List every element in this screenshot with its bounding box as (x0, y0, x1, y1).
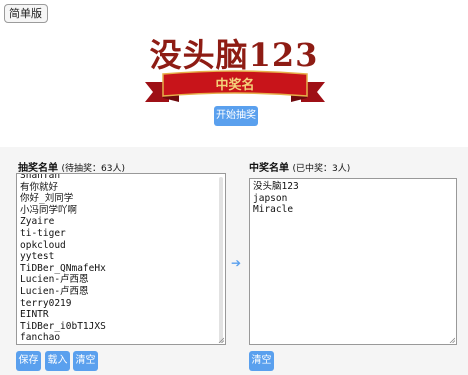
list-item: TiDBer_i0bT1JXS (20, 320, 106, 332)
arrow-right-icon: ➔ (231, 256, 242, 270)
list-item: TiDBer_E04b96I4 (20, 344, 222, 345)
candidates-scrollbar[interactable] (218, 175, 224, 345)
list-item: Miracle (253, 204, 294, 216)
list-item: Zyaire (20, 216, 55, 228)
clear-candidates-button[interactable]: 清空 (73, 351, 98, 371)
ribbon-banner: 中奖名 (145, 70, 325, 102)
list-item: ti-tiger (20, 227, 66, 239)
start-draw-button[interactable]: 开始抽奖 (214, 106, 258, 126)
candidates-textarea[interactable]: ShanTan 有你就好 你好_刘同学 小冯同学吖啊 Zyaire ti-tiger opk… (16, 173, 226, 345)
winners-label: 中奖名单 (已中奖：3人) (249, 159, 350, 174)
candidates-label: 抽奖名单 (待抽奖：63人) (18, 159, 125, 174)
chevron-down-icon: ⌄ (36, 9, 43, 18)
list-item: yytest (20, 251, 55, 263)
list-item: 没头脑123 (253, 181, 299, 192)
language-select[interactable]: 简单版 ⌄ (4, 4, 48, 23)
load-button[interactable]: 载入 (45, 351, 70, 371)
resize-handle-icon[interactable] (449, 337, 455, 343)
list-item: ShanTan (20, 173, 61, 181)
list-item: 小冯同学吖啊 (20, 204, 78, 216)
list-item: fanchao (20, 332, 61, 344)
resize-handle-icon[interactable] (218, 337, 224, 343)
winners-label-text: 中奖名单 (249, 163, 289, 174)
list-item: Lucien-卢西恩 (20, 274, 89, 286)
ribbon-text: 中奖名 (215, 77, 254, 93)
list-item: Lucien-卢西恩 (20, 285, 89, 297)
list-item: TiDBer_QNmafeHx (20, 262, 106, 274)
list-item: japson (253, 192, 288, 204)
list-item: 你好_刘同学 (20, 193, 74, 205)
winners-textarea[interactable]: 没头脑123 japson Miracle (249, 178, 457, 345)
list-item: 有你就好 (20, 181, 59, 193)
clear-winners-button[interactable]: 清空 (249, 351, 274, 371)
list-item: terry0219 (20, 297, 72, 309)
list-item: EINTR (20, 309, 49, 321)
list-item: opkcloud (20, 239, 66, 251)
save-button[interactable]: 保存 (16, 351, 41, 371)
winners-count: (已中奖：3人) (292, 164, 351, 174)
